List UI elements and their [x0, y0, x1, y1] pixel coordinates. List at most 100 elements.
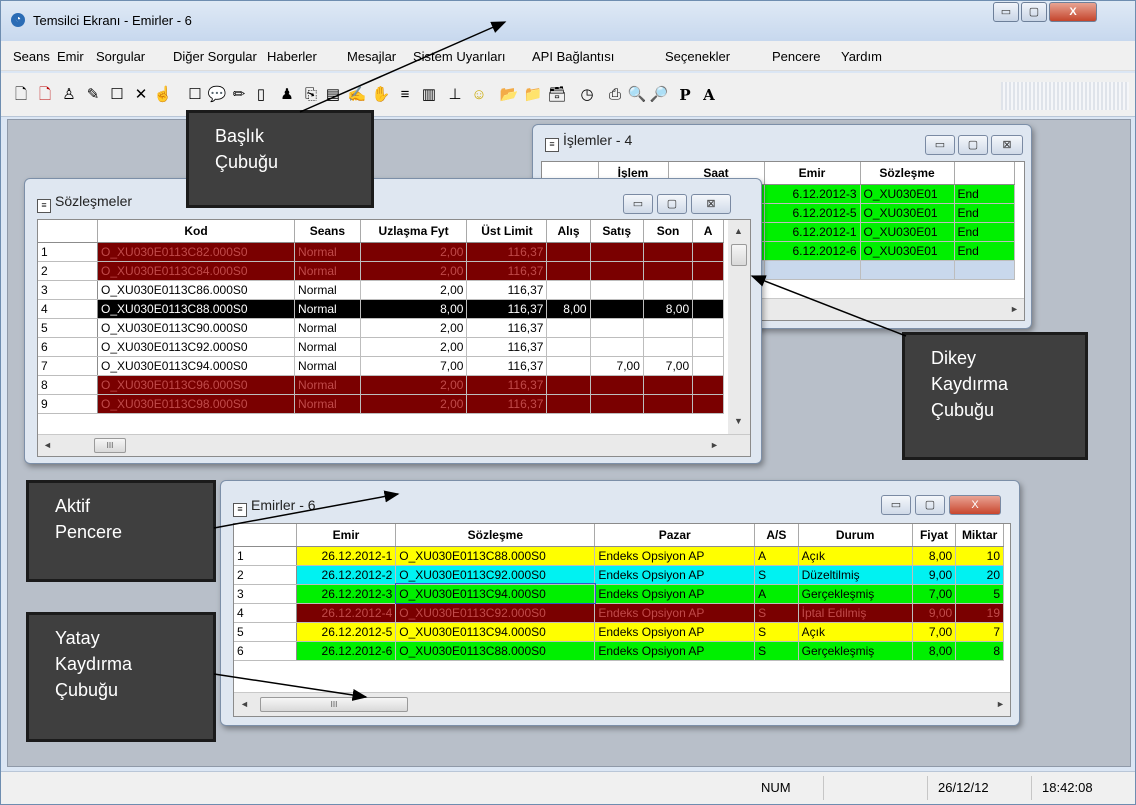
- table-cell[interactable]: Normal: [294, 261, 361, 281]
- table-cell[interactable]: 7,00: [912, 622, 957, 642]
- table-cell[interactable]: 8,00: [360, 299, 468, 319]
- table-cell[interactable]: [643, 280, 694, 300]
- delete-icon[interactable]: ✕: [131, 85, 151, 105]
- column-header[interactable]: Üst Limit: [466, 220, 548, 243]
- table-cell[interactable]: [643, 337, 694, 357]
- islemler-maximize-button[interactable]: ▢: [958, 135, 988, 155]
- table-cell[interactable]: S: [754, 641, 799, 661]
- table-cell[interactable]: 1: [234, 546, 297, 566]
- table-cell[interactable]: O_XU030E0113C88.000S0: [395, 641, 596, 661]
- table-cell[interactable]: 8,00: [546, 299, 591, 319]
- menu-item[interactable]: Seçenekler: [665, 49, 730, 64]
- table-cell[interactable]: O_XU030E0113C82.000S0: [97, 242, 296, 262]
- table-cell[interactable]: [643, 261, 694, 281]
- menu-item[interactable]: Diğer Sorgular: [173, 49, 257, 64]
- clock-icon[interactable]: ◷: [577, 85, 597, 105]
- table-cell[interactable]: End: [954, 203, 1015, 223]
- column-header[interactable]: Alış: [546, 220, 591, 243]
- sozlesmeler-maximize-button[interactable]: ▢: [657, 194, 687, 214]
- sozlesmeler-minimize-button[interactable]: ▭: [623, 194, 653, 214]
- table-cell[interactable]: O_XU030E01: [860, 203, 955, 223]
- table-cell[interactable]: [692, 394, 724, 414]
- table-cell[interactable]: [590, 337, 644, 357]
- new-doc-icon[interactable]: 🗋: [11, 85, 31, 105]
- table-cell[interactable]: 2,00: [360, 337, 468, 357]
- table-cell[interactable]: Endeks Opsiyon AP: [594, 546, 756, 566]
- table-cell[interactable]: [546, 318, 591, 338]
- table-cell[interactable]: İptal Edilmiş: [798, 603, 913, 623]
- table-cell[interactable]: Normal: [294, 299, 361, 319]
- table-cell[interactable]: 10: [955, 546, 1004, 566]
- table-cell[interactable]: O_XU030E0113C94.000S0: [395, 622, 596, 642]
- table-cell[interactable]: 2,00: [360, 242, 468, 262]
- column-header[interactable]: Uzlaşma Fyt: [360, 220, 468, 243]
- table-row[interactable]: 5 O_XU030E0113C90.000S0 Normal 2,00 116,37: [38, 318, 724, 338]
- table-cell[interactable]: 8: [38, 375, 99, 395]
- table-cell[interactable]: Normal: [294, 280, 361, 300]
- table-cell[interactable]: [546, 356, 591, 376]
- table-row[interactable]: 4 O_XU030E0113C88.000S0 Normal 8,00 116,37 8,…: [38, 299, 724, 319]
- table-cell[interactable]: S: [754, 622, 799, 642]
- user-icon[interactable]: ♙: [59, 85, 79, 105]
- menu-item[interactable]: Yardım: [841, 49, 882, 64]
- book-icon[interactable]: ▯: [251, 85, 271, 105]
- table-cell[interactable]: 6.12.2012-5: [764, 203, 861, 223]
- vertical-scroll-thumb[interactable]: [731, 244, 747, 266]
- table-cell[interactable]: End: [954, 184, 1015, 204]
- table-cell[interactable]: Normal: [294, 394, 361, 414]
- emirler-maximize-button[interactable]: ▢: [915, 495, 945, 515]
- table-cell[interactable]: O_XU030E01: [860, 241, 955, 261]
- table-row[interactable]: 4 26.12.2012-4 O_XU030E0113C92.000S0 Endeks…: [234, 603, 1004, 623]
- table-cell[interactable]: 116,37: [466, 242, 548, 262]
- table-cell[interactable]: O_XU030E0113C92.000S0: [97, 337, 296, 357]
- table-cell[interactable]: 26.12.2012-6: [296, 641, 397, 661]
- table-cell[interactable]: 7: [955, 622, 1004, 642]
- table-cell[interactable]: Endeks Opsiyon AP: [594, 584, 756, 604]
- table-cell[interactable]: Gerçekleşmiş: [798, 641, 913, 661]
- table-cell[interactable]: 1: [38, 242, 99, 262]
- menu-item[interactable]: Emir: [57, 49, 84, 64]
- table-cell[interactable]: [692, 299, 724, 319]
- table-row[interactable]: 1 O_XU030E0113C82.000S0 Normal 2,00 116,37: [38, 242, 724, 262]
- table-cell[interactable]: Açık: [798, 546, 913, 566]
- emirler-window[interactable]: ≡ Emirler - 6 ▭ ▢ X Emir Sözleşme Pazar A/S D…: [220, 480, 1020, 726]
- p-icon[interactable]: P: [675, 85, 695, 105]
- table-row[interactable]: 7 O_XU030E0113C94.000S0 Normal 7,00 116,37 7,…: [38, 356, 724, 376]
- column-header[interactable]: [954, 162, 1015, 185]
- table-cell[interactable]: 116,37: [466, 299, 548, 319]
- table-cell[interactable]: [643, 242, 694, 262]
- column-header[interactable]: A/S: [754, 524, 799, 547]
- table-cell[interactable]: [590, 394, 644, 414]
- table-cell[interactable]: O_XU030E0113C88.000S0: [395, 546, 596, 566]
- a-icon[interactable]: A: [699, 85, 719, 105]
- column-header[interactable]: Sözleşme: [860, 162, 955, 185]
- table-cell[interactable]: 116,37: [466, 394, 548, 414]
- table-row[interactable]: 3 26.12.2012-3 O_XU030E0113C94.000S0 Endeks…: [234, 583, 1004, 604]
- table-cell[interactable]: O_XU030E0113C94.000S0: [394, 583, 596, 604]
- table-cell[interactable]: O_XU030E0113C86.000S0: [97, 280, 296, 300]
- zoom-in-icon[interactable]: 🔎: [649, 85, 669, 105]
- table-cell[interactable]: 8,00: [643, 299, 694, 319]
- table-row[interactable]: 2 O_XU030E0113C84.000S0 Normal 2,00 116,37: [38, 261, 724, 281]
- table-cell[interactable]: 5: [234, 622, 297, 642]
- vertical-scrollbar[interactable]: ▲ ▼: [728, 220, 750, 434]
- tray-icon[interactable]: 🗃: [547, 85, 567, 105]
- table-cell[interactable]: [590, 280, 644, 300]
- table-cell[interactable]: 7,00: [912, 584, 957, 604]
- table-cell[interactable]: 26.12.2012-4: [296, 603, 397, 623]
- table-cell[interactable]: [546, 337, 591, 357]
- scroll-down-arrow-icon[interactable]: ▼: [734, 416, 743, 426]
- smile-icon[interactable]: ☺: [469, 85, 489, 105]
- table-cell[interactable]: End: [954, 241, 1015, 261]
- table-cell[interactable]: 4: [234, 603, 297, 623]
- table-cell[interactable]: 7,00: [590, 356, 644, 376]
- table-cell[interactable]: [643, 375, 694, 395]
- scroll-left-arrow-icon[interactable]: ◄: [240, 699, 249, 709]
- table-row[interactable]: 5 26.12.2012-5 O_XU030E0113C94.000S0 Endeks…: [234, 622, 1004, 642]
- table-cell[interactable]: [692, 261, 724, 281]
- column-header[interactable]: Satış: [590, 220, 644, 243]
- hand-point-icon[interactable]: ☝: [153, 85, 173, 105]
- table-cell[interactable]: Normal: [294, 356, 361, 376]
- table-cell[interactable]: 2,00: [360, 280, 468, 300]
- table-cell[interactable]: O_XU030E01: [860, 222, 955, 242]
